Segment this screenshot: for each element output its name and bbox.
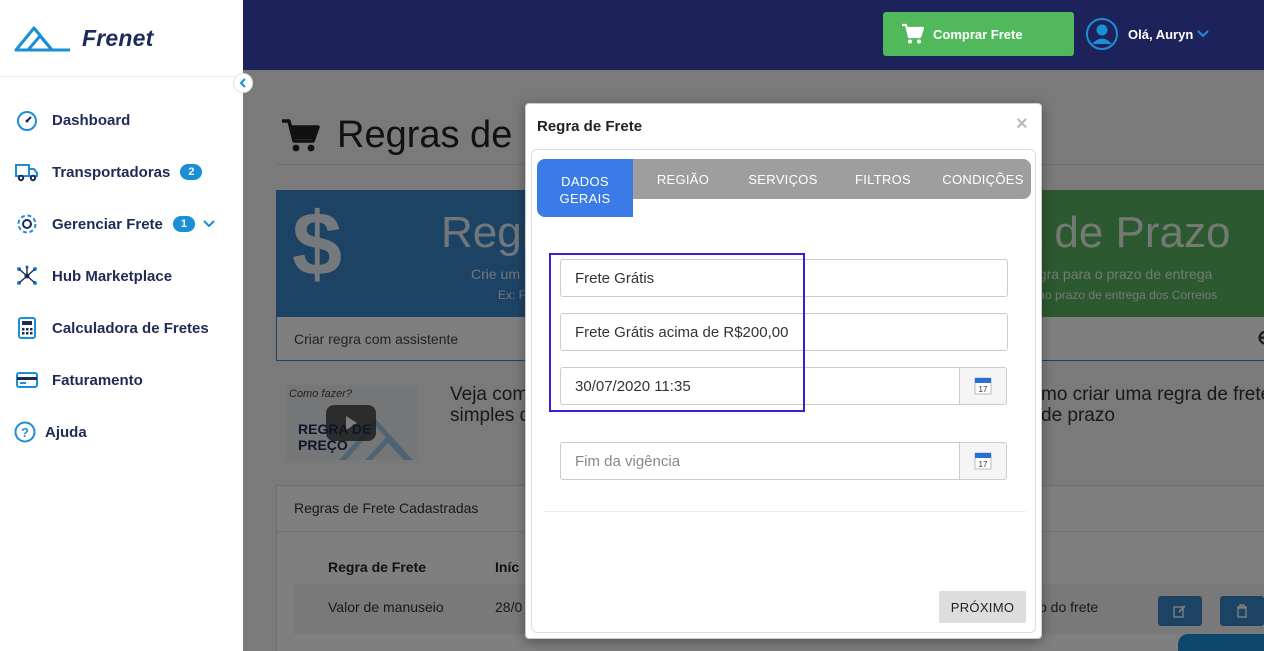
sidebar-nav: Dashboard Transportadoras 2 Gerenciar Fr…	[0, 94, 243, 458]
highlight-annotation-box	[549, 253, 805, 412]
buy-shipping-button[interactable]: Comprar Frete	[883, 12, 1074, 56]
top-bar: Comprar Frete Olá, Auryn	[243, 0, 1264, 70]
start-date-calendar-button[interactable]: 17	[959, 367, 1007, 405]
sidebar-item-label: Ajuda	[45, 423, 87, 441]
shipping-rule-modal: Regra de Frete × REGIÃO SERVIÇOS FILTROS…	[525, 103, 1042, 639]
body-divider	[543, 511, 1026, 512]
sidebar-divider	[0, 76, 243, 77]
shopping-cart-icon	[901, 23, 925, 45]
sidebar-item-label: Hub Marketplace	[52, 267, 173, 285]
credit-card-icon	[15, 368, 39, 392]
avatar	[1086, 18, 1118, 50]
help-circle-icon: ?	[13, 420, 37, 444]
sidebar-item-dashboard[interactable]: Dashboard	[0, 94, 243, 146]
next-button[interactable]: PRÓXIMO	[939, 591, 1026, 623]
modal-title: Regra de Frete	[537, 118, 643, 135]
user-greeting: Olá, Auryn	[1128, 26, 1194, 42]
logo-text: Frenet	[82, 24, 154, 51]
sidebar-item-label: Dashboard	[52, 111, 131, 129]
end-date-calendar-button[interactable]: 17	[959, 442, 1007, 480]
chevron-down-icon[interactable]	[203, 220, 215, 228]
buy-shipping-label: Comprar Frete	[933, 26, 1023, 42]
calendar-icon: 17	[974, 452, 992, 470]
sidebar-item-label: Faturamento	[52, 371, 143, 389]
modal-body: REGIÃO SERVIÇOS FILTROS CONDIÇÕES DADOS …	[531, 149, 1036, 633]
sidebar-item-calculadora[interactable]: Calculadora de Fretes	[0, 302, 243, 354]
truck-icon	[15, 160, 39, 184]
svg-text:17: 17	[979, 460, 988, 469]
calendar-icon: 17	[974, 377, 992, 395]
frenet-logo[interactable]: Frenet	[14, 24, 154, 52]
count-badge: 1	[172, 216, 195, 232]
svg-text:17: 17	[979, 385, 988, 394]
sidebar-item-hub-marketplace[interactable]: Hub Marketplace	[0, 250, 243, 302]
user-menu[interactable]: Olá, Auryn	[1086, 18, 1209, 50]
sidebar-item-label: Transportadoras	[52, 163, 171, 181]
sidebar-item-gerenciar-frete[interactable]: Gerenciar Frete 1	[0, 198, 243, 250]
svg-text:?: ?	[21, 425, 29, 440]
tab-dados-gerais[interactable]: DADOS GERAIS	[537, 159, 633, 217]
tab-condicoes[interactable]: CONDIÇÕES	[933, 159, 1031, 199]
calculator-icon	[15, 316, 39, 340]
sidebar-collapse-button[interactable]	[233, 73, 253, 93]
count-badge: 2	[180, 164, 203, 180]
sidebar-item-transportadoras[interactable]: Transportadoras 2	[0, 146, 243, 198]
sidebar-item-ajuda[interactable]: ? Ajuda	[0, 406, 243, 458]
tab-filtros[interactable]: FILTROS	[833, 159, 933, 199]
sidebar-item-label: Gerenciar Frete	[52, 215, 163, 233]
gear-icon	[15, 212, 39, 236]
tab-servicos[interactable]: SERVIÇOS	[733, 159, 833, 199]
sidebar: Frenet Dashboard Transportadoras 2 Geren…	[0, 0, 243, 651]
dashboard-gauge-icon	[15, 108, 39, 132]
chevron-left-icon	[239, 78, 246, 88]
sidebar-item-faturamento[interactable]: Faturamento	[0, 354, 243, 406]
sidebar-item-label: Calculadora de Fretes	[52, 319, 209, 337]
close-icon[interactable]: ×	[1016, 113, 1028, 136]
end-date-field[interactable]: Fim da vigência	[560, 442, 960, 480]
tab-regiao[interactable]: REGIÃO	[633, 159, 733, 199]
network-hub-icon	[15, 264, 39, 288]
chevron-down-icon	[1197, 30, 1209, 38]
frenet-logo-icon	[14, 26, 70, 52]
